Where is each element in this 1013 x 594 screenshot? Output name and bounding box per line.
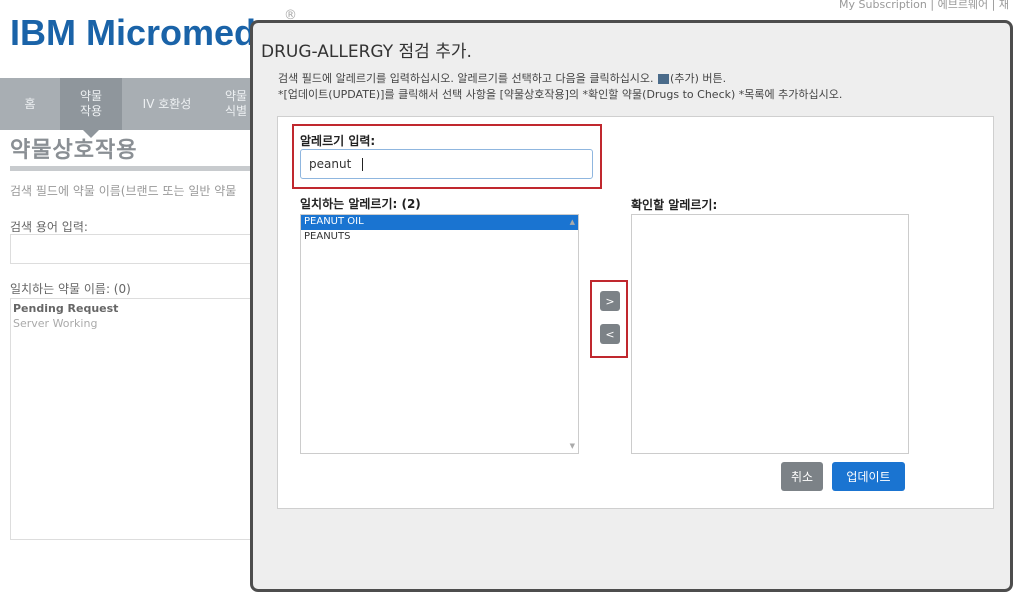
- allergies-to-check-list[interactable]: [631, 214, 909, 454]
- drug-search-input[interactable]: [10, 234, 260, 264]
- nav-item-label: 홈: [24, 96, 36, 111]
- nav-item-sublabel: 식별: [224, 104, 248, 118]
- server-working-text: Server Working: [13, 317, 98, 330]
- search-term-label: 검색 용어 입력:: [10, 220, 88, 234]
- text-cursor: [362, 158, 363, 171]
- scroll-up-arrow[interactable]: ▲: [570, 218, 575, 226]
- pending-request-text: Pending Request: [13, 302, 119, 315]
- nav-item-label: IV 호환성: [142, 96, 192, 111]
- nav-item-iv-compatibility[interactable]: IV 호환성: [122, 78, 212, 130]
- instruction-line-2: *[업데이트(UPDATE)]를 클릭해서 선택 사항을 [약물상호작용]의 *…: [278, 88, 843, 101]
- app-logo[interactable]: IBM Micromede: [10, 12, 276, 54]
- page-title: 약물상호작용: [10, 138, 138, 163]
- top-links[interactable]: My Subscription | 에브르웨어 | 재: [839, 0, 1009, 12]
- matching-allergies-label: 일치하는 알레르기: (2): [300, 197, 421, 211]
- nav-item-drug-interactions[interactable]: 약물 작용: [60, 78, 122, 130]
- buttons-highlight-box: > <: [590, 280, 628, 358]
- cancel-button[interactable]: 취소: [781, 462, 823, 491]
- allergies-to-check-label: 확인할 알레르기:: [631, 198, 718, 212]
- dialog-instructions: 검색 필드에 알레르기를 입력하십시오. 알레르기를 선택하고 다음을 클릭하십…: [278, 71, 842, 103]
- allergy-input[interactable]: [300, 149, 593, 179]
- matching-drugs-list[interactable]: Pending Request Server Working: [10, 298, 260, 540]
- list-item[interactable]: PEANUTS: [301, 230, 578, 245]
- nav-item-label: 약물: [79, 89, 103, 103]
- drug-allergy-dialog: DRUG-ALLERGY 점검 추가. 검색 필드에 알레르기를 입력하십시오.…: [250, 20, 1013, 592]
- remove-allergy-button[interactable]: <: [600, 324, 620, 344]
- instruction-line-1-suffix: (추가) 버튼.: [670, 72, 727, 85]
- nav-item-home[interactable]: 홈: [0, 78, 60, 130]
- search-hint: 검색 필드에 약물 이름(브랜드 또는 일반 약물: [10, 184, 237, 198]
- matching-allergies-list[interactable]: PEANUT OIL PEANUTS ▲ ▼: [300, 214, 579, 454]
- allergy-input-label: 알레르기 입력:: [300, 134, 376, 148]
- nav-item-sublabel: 작용: [79, 104, 103, 118]
- instruction-line-1: 검색 필드에 알레르기를 입력하십시오. 알레르기를 선택하고 다음을 클릭하십…: [278, 72, 654, 85]
- list-item[interactable]: PEANUT OIL: [301, 215, 578, 230]
- add-icon: [658, 74, 670, 84]
- dialog-title: DRUG-ALLERGY 점검 추가.: [261, 42, 472, 62]
- matching-drugs-label: 일치하는 약물 이름: (0): [10, 282, 131, 296]
- add-allergy-button[interactable]: >: [600, 291, 620, 311]
- scroll-down-arrow[interactable]: ▼: [570, 442, 575, 450]
- nav-item-label: 약물: [224, 89, 248, 103]
- update-button[interactable]: 업데이트: [832, 462, 905, 491]
- screen: IBM Micromede ® My Subscription | 에브르웨어 …: [0, 0, 1013, 594]
- allergy-panel: 알레르기 입력: 일치하는 알레르기: (2) PEANUT OIL PEANU…: [277, 116, 994, 509]
- title-divider: [10, 166, 260, 171]
- main-nav: 홈 약물 작용 IV 호환성 약물 식별: [0, 78, 260, 130]
